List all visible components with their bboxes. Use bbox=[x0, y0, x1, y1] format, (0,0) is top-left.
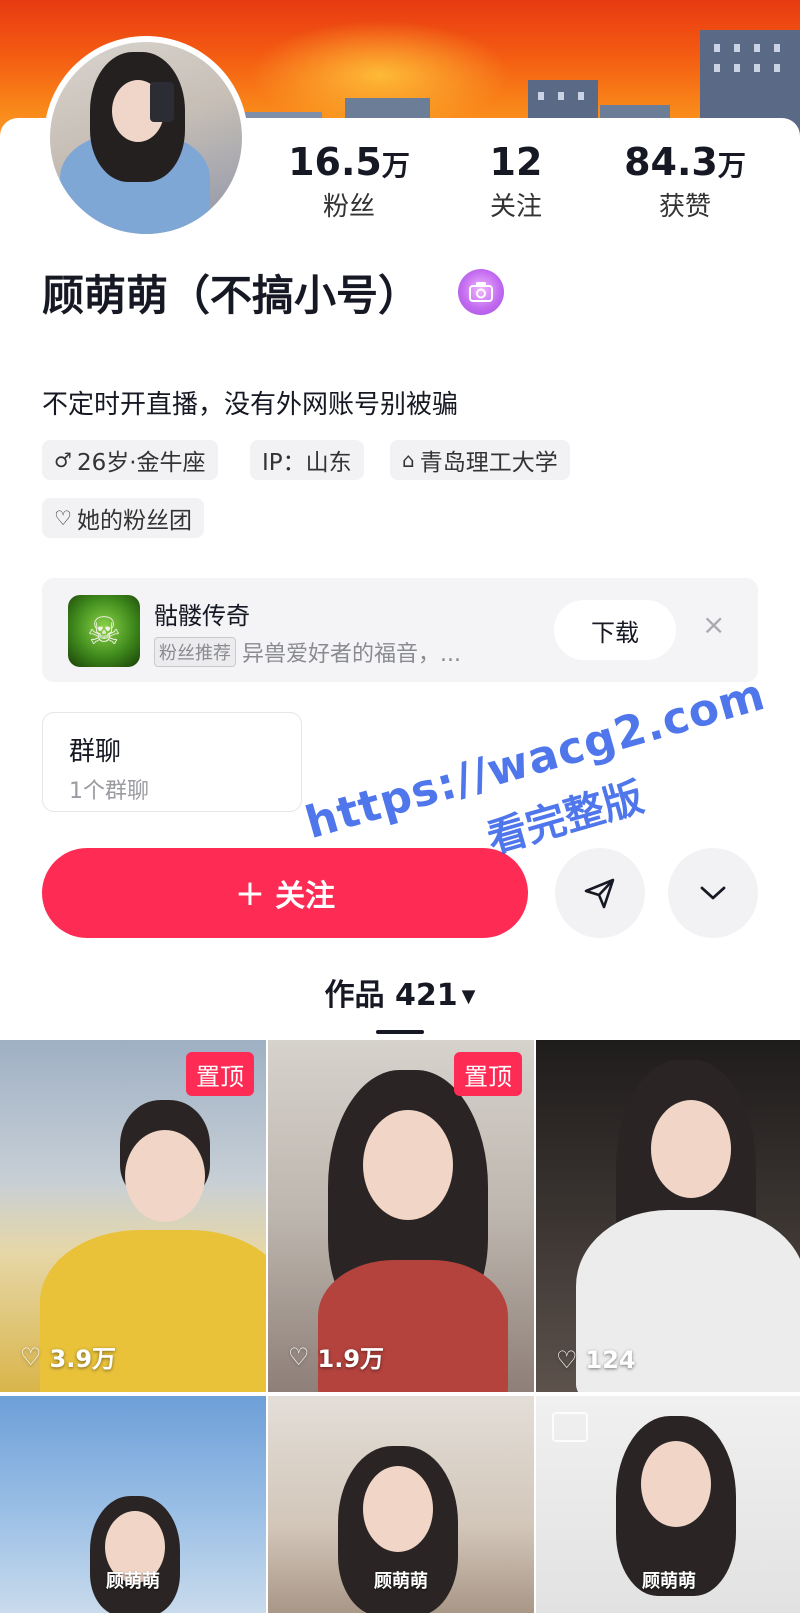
profile-name: 顾萌萌（不搞小号） bbox=[42, 270, 421, 320]
like-count: ♡ 1.9万 bbox=[288, 1342, 385, 1374]
heart-icon: ♡ bbox=[556, 1346, 578, 1374]
like-count: ♡ 3.9万 bbox=[20, 1342, 117, 1374]
tag-school[interactable]: ⌂ 青岛理工大学 bbox=[390, 440, 570, 480]
video-thumbnail[interactable]: 顾萌萌 bbox=[0, 1396, 266, 1613]
stat-number: 12 bbox=[489, 140, 543, 184]
pinned-badge: 置顶 bbox=[454, 1052, 522, 1096]
group-chat-card[interactable]: 群聊 1个群聊 bbox=[42, 712, 302, 812]
stat-number: 16.5 bbox=[288, 140, 382, 184]
stat-following[interactable]: 12 关注 bbox=[466, 140, 566, 223]
caret-down-icon: ▼ bbox=[461, 986, 476, 1007]
avatar-photo bbox=[50, 42, 242, 234]
works-grid: 置顶 ♡ 3.9万 置顶 ♡ 1.9万 ♡ 124 顾萌萌 顾萌萌 顾萌萌 bbox=[0, 1040, 800, 1613]
stat-unit: 万 bbox=[381, 149, 410, 182]
camera-icon bbox=[469, 282, 494, 302]
gender-icon: ♂ bbox=[54, 448, 72, 472]
tag-age: ♂ 26岁·金牛座 bbox=[42, 440, 218, 480]
close-icon[interactable]: × bbox=[702, 608, 725, 641]
pinned-badge: 置顶 bbox=[186, 1052, 254, 1096]
tag-text: 她的粉丝团 bbox=[76, 508, 192, 534]
name-row: 顾萌萌（不搞小号） bbox=[42, 262, 505, 322]
image-gallery-icon bbox=[552, 1412, 588, 1442]
tab-underline bbox=[376, 1030, 424, 1034]
tag-fan-club[interactable]: ♡ 她的粉丝团 bbox=[42, 498, 204, 538]
video-thumbnail[interactable]: ♡ 124 bbox=[536, 1040, 800, 1392]
tab-works[interactable]: 作品 421 ▼ bbox=[0, 970, 800, 1014]
download-button[interactable]: 下载 bbox=[554, 600, 676, 660]
game-app-icon: ☠ bbox=[68, 595, 140, 667]
follow-button[interactable]: + 关注 bbox=[42, 848, 528, 938]
stat-label: 关注 bbox=[489, 192, 542, 222]
school-cap-icon: ⌂ bbox=[402, 448, 415, 472]
stat-unit: 万 bbox=[717, 149, 746, 182]
video-thumbnail[interactable]: 顾萌萌 bbox=[268, 1396, 534, 1613]
plus-icon: + bbox=[234, 872, 266, 914]
fan-recommendation-card[interactable]: ☠ 骷髅传奇 粉丝推荐 异兽爱好者的福音，... 下载 × bbox=[42, 578, 758, 682]
stat-followers[interactable]: 16.5万 粉丝 bbox=[286, 140, 412, 223]
message-button[interactable] bbox=[555, 848, 645, 938]
tag-text: 青岛理工大学 bbox=[419, 450, 558, 476]
video-caption: 顾萌萌 bbox=[642, 1571, 696, 1592]
video-caption: 顾萌萌 bbox=[374, 1571, 428, 1592]
tab-works-label: 作品 421 bbox=[324, 978, 458, 1013]
heart-icon: ♡ bbox=[20, 1342, 42, 1371]
profile-bio: 不定时开直播，没有外网账号别被骗 bbox=[42, 390, 459, 420]
like-count: ♡ 124 bbox=[556, 1346, 636, 1374]
ad-title: 骷髅传奇 bbox=[154, 602, 250, 630]
group-chat-count: 1个群聊 bbox=[69, 779, 149, 804]
video-thumbnail[interactable]: 置顶 ♡ 1.9万 bbox=[268, 1040, 534, 1392]
ad-subtitle: 粉丝推荐 异兽爱好者的福音，... bbox=[154, 636, 461, 668]
tag-text: 26岁·金牛座 bbox=[76, 450, 206, 476]
ad-tag: 粉丝推荐 bbox=[154, 637, 236, 667]
send-icon bbox=[584, 878, 615, 909]
video-caption: 顾萌萌 bbox=[106, 1571, 160, 1592]
follow-label: 关注 bbox=[275, 879, 336, 914]
heart-badge-icon: ♡ bbox=[54, 506, 72, 530]
group-chat-title: 群聊 bbox=[69, 737, 122, 767]
heart-icon: ♡ bbox=[288, 1342, 310, 1371]
video-thumbnail[interactable]: 置顶 ♡ 3.9万 bbox=[0, 1040, 266, 1392]
tag-ip: IP：山东 bbox=[250, 440, 364, 480]
video-thumbnail[interactable]: 顾萌萌 bbox=[536, 1396, 800, 1613]
ad-description: 异兽爱好者的福音，... bbox=[242, 642, 461, 667]
chevron-down-icon bbox=[700, 886, 726, 900]
more-button[interactable] bbox=[668, 848, 758, 938]
avatar[interactable] bbox=[44, 36, 248, 240]
stat-number: 84.3 bbox=[624, 140, 718, 184]
stat-likes[interactable]: 84.3万 获赞 bbox=[620, 140, 750, 223]
stat-label: 获赞 bbox=[658, 192, 711, 222]
tag-text: IP：山东 bbox=[262, 450, 352, 476]
stat-label: 粉丝 bbox=[322, 192, 375, 222]
verified-badge-icon[interactable] bbox=[458, 269, 505, 315]
